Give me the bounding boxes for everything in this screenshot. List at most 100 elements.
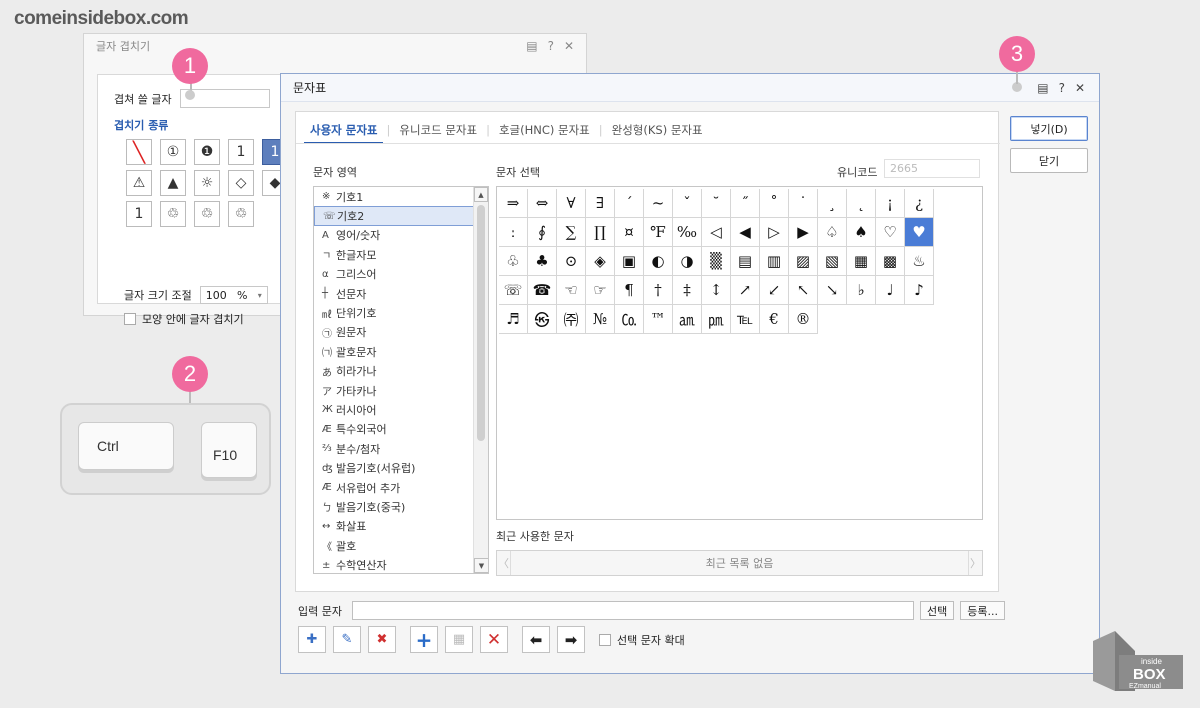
char-cell[interactable]: ♤ — [818, 218, 847, 247]
shape-option[interactable]: ▲ — [160, 170, 186, 196]
category-item[interactable]: Æ 서유럽어 추가 — [314, 478, 488, 497]
close-icon[interactable]: ✕ — [564, 39, 574, 53]
char-cell[interactable]: € — [760, 305, 789, 334]
char-cell[interactable]: † — [644, 276, 673, 305]
char-cell[interactable]: ˘ — [702, 189, 731, 218]
category-item[interactable]: ┼ 선문자 — [314, 284, 488, 303]
shape-option[interactable]: ╲ — [126, 139, 152, 165]
arrow-left-icon[interactable]: ⬅ — [522, 626, 550, 653]
chevron-left-icon[interactable]: 〈 — [497, 551, 511, 575]
char-cell[interactable]: ▨ — [789, 247, 818, 276]
input-text-field[interactable] — [351, 601, 914, 620]
char-cell[interactable]: ¡ — [876, 189, 905, 218]
inside-shape-checkbox[interactable] — [124, 313, 136, 325]
char-cell[interactable]: ⇔ — [528, 189, 557, 218]
char-cell[interactable]: ▒ — [702, 247, 731, 276]
char-cell[interactable]: ↗ — [731, 276, 760, 305]
char-cell[interactable]: ∃ — [586, 189, 615, 218]
category-item[interactable]: ⅔ 분수/첨자 — [314, 439, 488, 458]
char-cell[interactable]: ¸ — [818, 189, 847, 218]
char-cell[interactable]: ♩ — [876, 276, 905, 305]
arrow-right-icon[interactable]: ➡ — [557, 626, 585, 653]
char-cell[interactable]: ∏ — [586, 218, 615, 247]
char-cell[interactable]: ▩ — [876, 247, 905, 276]
help-icon[interactable]: ? — [1059, 81, 1065, 95]
scroll-thumb[interactable] — [477, 205, 485, 441]
char-cell[interactable]: ∀ — [557, 189, 586, 218]
tab-unicode[interactable]: 유니코드 문자표 — [393, 122, 483, 138]
char-cell[interactable]: ◈ — [586, 247, 615, 276]
char-cell[interactable]: ː — [499, 218, 528, 247]
char-cell[interactable]: ‰ — [673, 218, 702, 247]
char-cell[interactable]: ⊙ — [557, 247, 586, 276]
shape-option[interactable]: ☼ — [194, 170, 220, 196]
char-cell[interactable]: ▦ — [847, 247, 876, 276]
category-item[interactable]: ㈀ 괄호문자 — [314, 342, 488, 361]
category-item[interactable]: ㉠ 원문자 — [314, 323, 488, 342]
edit-char-icon[interactable]: ✎ — [333, 626, 361, 653]
size-spinner[interactable]: 100 % ▾ — [199, 286, 268, 304]
char-cell[interactable]: ´ — [615, 189, 644, 218]
category-item[interactable]: ア 가타카나 — [314, 381, 488, 400]
char-cell[interactable]: ℉ — [644, 218, 673, 247]
char-cell[interactable]: ® — [789, 305, 818, 334]
menu-icon[interactable]: ▤ — [526, 39, 537, 53]
char-cell[interactable]: ☎ — [528, 276, 557, 305]
char-cell[interactable]: ▣ — [615, 247, 644, 276]
char-cell[interactable]: ♭ — [847, 276, 876, 305]
unicode-field[interactable]: 2665 — [884, 159, 980, 178]
char-cell[interactable]: ⇒ — [499, 189, 528, 218]
tab-user[interactable]: 사용자 문자표 — [304, 122, 384, 144]
category-item[interactable]: ± 수학연산자 — [314, 555, 488, 573]
select-button[interactable]: 선택 — [919, 601, 955, 620]
char-cell[interactable]: ¿ — [905, 189, 934, 218]
category-item[interactable]: Ж 러시아어 — [314, 400, 488, 419]
shape-option[interactable]: 1 — [228, 139, 254, 165]
category-scrollbar[interactable]: ▲ ▼ — [473, 187, 488, 573]
char-cell[interactable]: ♥ — [905, 218, 934, 247]
char-cell[interactable]: ▤ — [731, 247, 760, 276]
char-cell[interactable]: ㏘ — [702, 305, 731, 334]
char-cell[interactable]: ㏂ — [673, 305, 702, 334]
category-list[interactable]: ※ 기호1 ☏ 기호2 A 영어/숫자 ㄱ 한글자모 α 그리스어 ┼ 선문자 ㎖ 단위기호 ㉠ 원문자 ㈀ 괄호… — [313, 186, 489, 574]
char-cell[interactable]: ▷ — [760, 218, 789, 247]
shape-option[interactable]: ♲ — [228, 201, 254, 227]
char-cell[interactable]: ㉿ — [528, 305, 557, 334]
category-item[interactable]: あ 히라가나 — [314, 362, 488, 381]
char-cell[interactable]: ↙ — [760, 276, 789, 305]
char-cell[interactable]: ◐ — [644, 247, 673, 276]
char-cell[interactable]: ™ — [644, 305, 673, 334]
char-cell[interactable]: ∑ — [557, 218, 586, 247]
shape-option[interactable]: 1 — [126, 201, 152, 227]
close-button[interactable]: 닫기 — [1010, 148, 1088, 173]
help-icon[interactable]: ? — [548, 39, 554, 53]
shape-option[interactable]: ♲ — [194, 201, 220, 227]
scroll-up-icon[interactable]: ▲ — [474, 187, 488, 202]
char-cell[interactable]: ˇ — [673, 189, 702, 218]
char-cell[interactable]: ▧ — [818, 247, 847, 276]
char-cell[interactable]: ℡ — [731, 305, 760, 334]
register-button[interactable]: 등록... — [960, 601, 1005, 620]
close-icon[interactable]: ✕ — [1075, 81, 1085, 95]
category-item[interactable]: ㎖ 단위기호 — [314, 303, 488, 322]
char-cell[interactable]: ~ — [644, 189, 673, 218]
add-char-icon[interactable]: ✚ — [298, 626, 326, 653]
char-cell[interactable]: ◑ — [673, 247, 702, 276]
category-item[interactable]: ※ 기호1 — [314, 187, 488, 206]
char-cell[interactable]: ‡ — [673, 276, 702, 305]
shape-option[interactable]: ◇ — [228, 170, 254, 196]
char-cell[interactable]: ♬ — [499, 305, 528, 334]
shape-option[interactable]: ♲ — [160, 201, 186, 227]
char-cell[interactable]: ¤ — [615, 218, 644, 247]
char-cell[interactable]: ˚ — [760, 189, 789, 218]
char-cell[interactable]: ▥ — [760, 247, 789, 276]
category-item[interactable]: ʤ 발음기호(서유럽) — [314, 458, 488, 477]
char-cell[interactable]: ♧ — [499, 247, 528, 276]
char-cell[interactable]: ◁ — [702, 218, 731, 247]
enlarge-checkbox[interactable] — [599, 633, 611, 646]
char-cell[interactable]: ◀ — [731, 218, 760, 247]
plus-icon[interactable]: + — [410, 626, 438, 653]
category-item[interactable]: ㄱ 한글자모 — [314, 245, 488, 264]
tab-ks[interactable]: 완성형(KS) 문자표 — [606, 122, 709, 138]
char-cell[interactable]: ↕ — [702, 276, 731, 305]
